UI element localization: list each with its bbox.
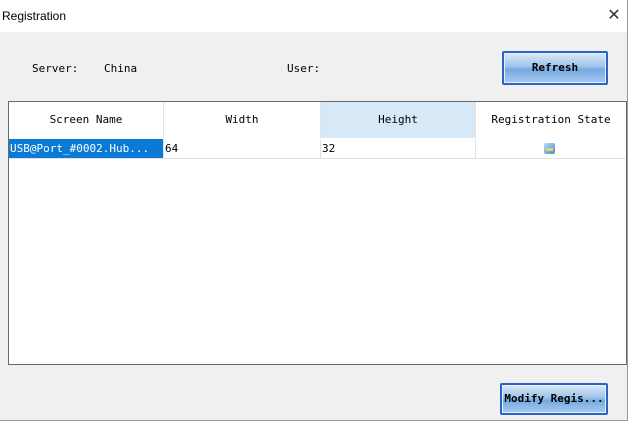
server-value: China [104, 62, 138, 75]
column-header-width[interactable]: Width [164, 102, 321, 138]
table-row[interactable]: USB@Port_#0002.Hub... 64 32 [9, 139, 626, 159]
cell-screen-name[interactable]: USB@Port_#0002.Hub... [9, 139, 164, 159]
modify-registration-button[interactable]: Modify Regis... [500, 383, 608, 415]
cell-width[interactable]: 64 [164, 139, 321, 159]
column-header-registration-state[interactable]: Registration State [476, 102, 626, 138]
refresh-button[interactable]: Refresh [502, 51, 608, 85]
window-title: Registration [2, 9, 67, 23]
cell-registration-state[interactable] [476, 139, 626, 159]
title-bar: Registration ✕ [0, 0, 627, 32]
server-label: Server: [32, 62, 79, 75]
registration-state-icon[interactable] [544, 143, 555, 154]
registration-dialog: Registration ✕ Server: China User: Refre… [0, 0, 628, 421]
column-header-screen-name[interactable]: Screen Name [9, 102, 164, 138]
close-icon[interactable]: ✕ [605, 6, 623, 24]
user-label: User: [287, 62, 321, 75]
cell-height[interactable]: 32 [321, 139, 476, 159]
column-header-height[interactable]: Height [321, 102, 476, 138]
registration-table: Screen Name Width Height Registration St… [8, 101, 627, 365]
